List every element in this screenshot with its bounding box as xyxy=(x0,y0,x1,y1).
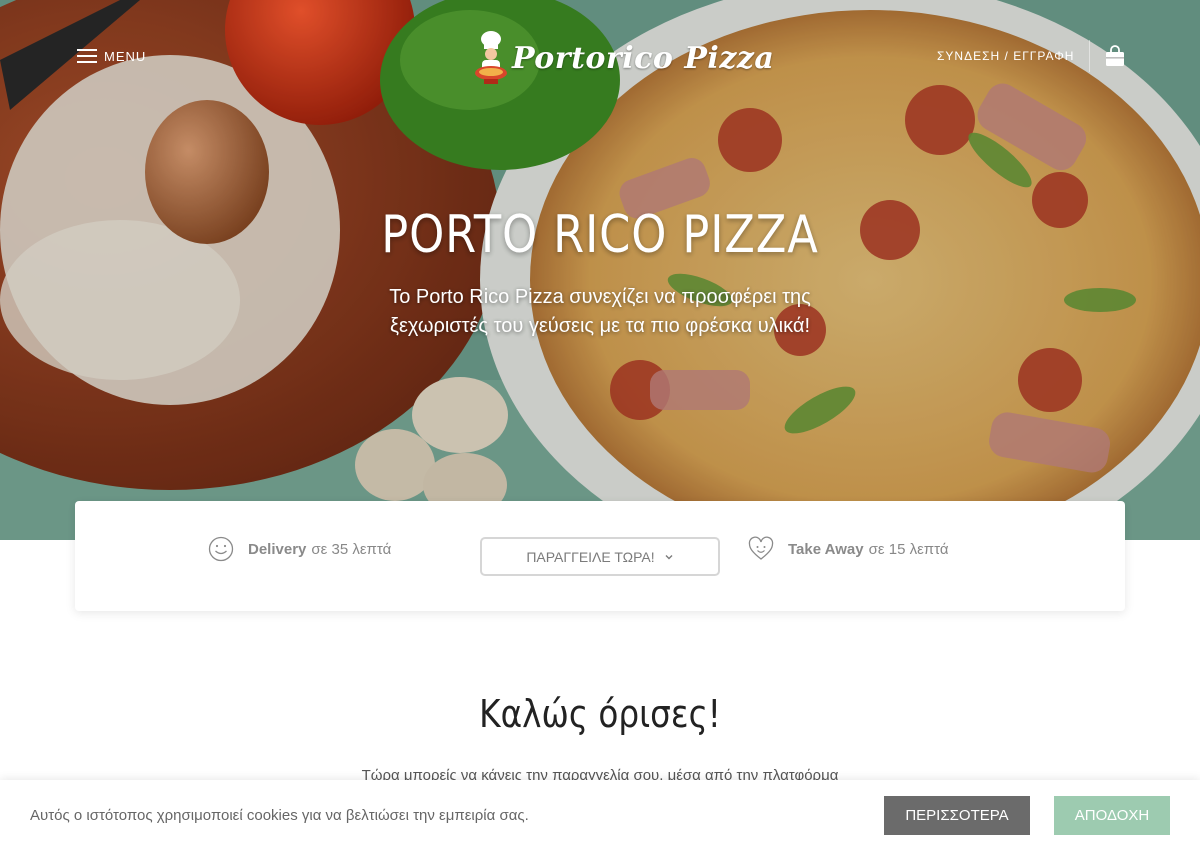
order-options-card: Delivery σε 35 λεπτά ΠΑΡΑΓΓΕΙΛΕ ΤΩΡΑ! Ta… xyxy=(75,501,1125,611)
menu-button[interactable]: MENU xyxy=(77,46,146,66)
shopping-bag-icon[interactable] xyxy=(1104,45,1126,67)
smiley-icon xyxy=(208,536,234,562)
chef-logo-icon xyxy=(475,31,507,84)
cookie-text: Αυτός ο ιστότοπος χρησιμοποιεί cookies γ… xyxy=(30,807,529,824)
order-now-label: ΠΑΡΑΓΓΕΙΛΕ ΤΩΡΑ! xyxy=(526,548,655,565)
welcome-title: Καλώς όρισες! xyxy=(479,692,721,736)
hero-title: PORTO RICO PIZZA xyxy=(381,205,819,265)
takeaway-info: Take Away σε 15 λεπτά xyxy=(748,536,949,562)
hero-subtitle: Το Porto Rico Pizza συνεχίζει να προσφέρ… xyxy=(389,286,811,337)
delivery-label: Delivery xyxy=(248,540,307,558)
logo-text: Portorico Pizza xyxy=(512,40,775,76)
chevron-down-icon xyxy=(665,554,673,559)
nav-divider xyxy=(1089,40,1090,72)
login-register-link[interactable]: ΣΥΝΔΕΣΗ / ΕΓΓΡΑΦΗ xyxy=(937,49,1074,63)
menu-label: MENU xyxy=(104,48,147,64)
delivery-time: σε 35 λεπτά xyxy=(311,540,392,558)
takeaway-label: Take Away xyxy=(788,540,864,558)
takeaway-time: σε 15 λεπτά xyxy=(868,540,949,558)
site-logo[interactable]: Portorico Pizza xyxy=(472,28,774,88)
heart-face-icon xyxy=(748,536,774,560)
cookie-more-button[interactable]: ΠΕΡΙΣΣΟΤΕΡΑ xyxy=(884,796,1030,835)
hamburger-icon xyxy=(77,49,97,63)
order-now-button[interactable]: ΠΑΡΑΓΓΕΙΛΕ ΤΩΡΑ! xyxy=(480,537,720,576)
site-header: MENU Portorico Pizza ΣΥΝΔΕΣΗ / ΕΓΓΡΑΦΗ xyxy=(0,0,1200,112)
cookie-accept-button[interactable]: ΑΠΟΔΟΧΗ xyxy=(1054,796,1170,835)
delivery-info: Delivery σε 35 λεπτά xyxy=(208,536,391,562)
cookie-consent-bar: Αυτός ο ιστότοπος χρησιμοποιεί cookies γ… xyxy=(0,780,1200,850)
